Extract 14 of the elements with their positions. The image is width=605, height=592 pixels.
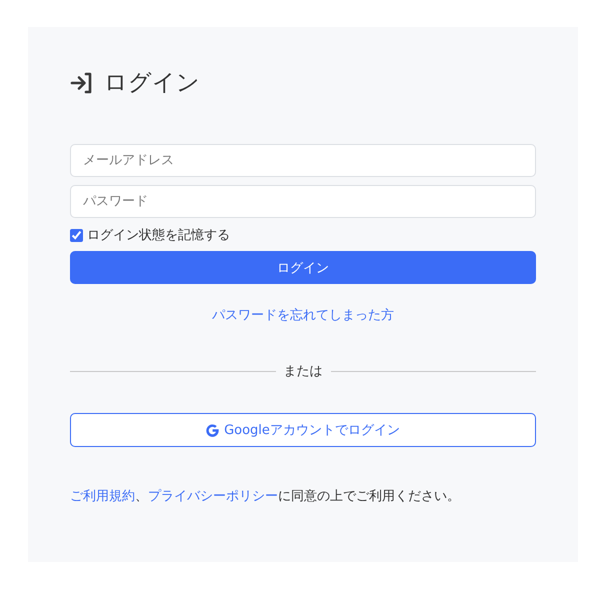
google-login-button[interactable]: Googleアカウントでログイン [70,413,536,447]
remember-checkbox[interactable] [70,228,83,242]
terms-link[interactable]: ご利用規約 [70,489,135,504]
login-button[interactable]: ログイン [70,251,536,284]
forgot-password-link[interactable]: パスワードを忘れてしまった方 [212,308,394,323]
consent-text: ご利用規約、プライバシーポリシーに同意の上でご利用ください。 [70,488,461,505]
email-field[interactable]: メールアドレス [70,144,536,177]
divider-text: または [284,363,322,380]
checkbox-label: ログイン状態を記憶する [87,227,230,244]
password-field[interactable]: パスワード [70,185,536,218]
page-title: ログイン [104,69,200,98]
login-icon [70,72,94,94]
google-icon [206,424,220,436]
privacy-policy-link[interactable]: プライバシーポリシー [148,489,278,504]
